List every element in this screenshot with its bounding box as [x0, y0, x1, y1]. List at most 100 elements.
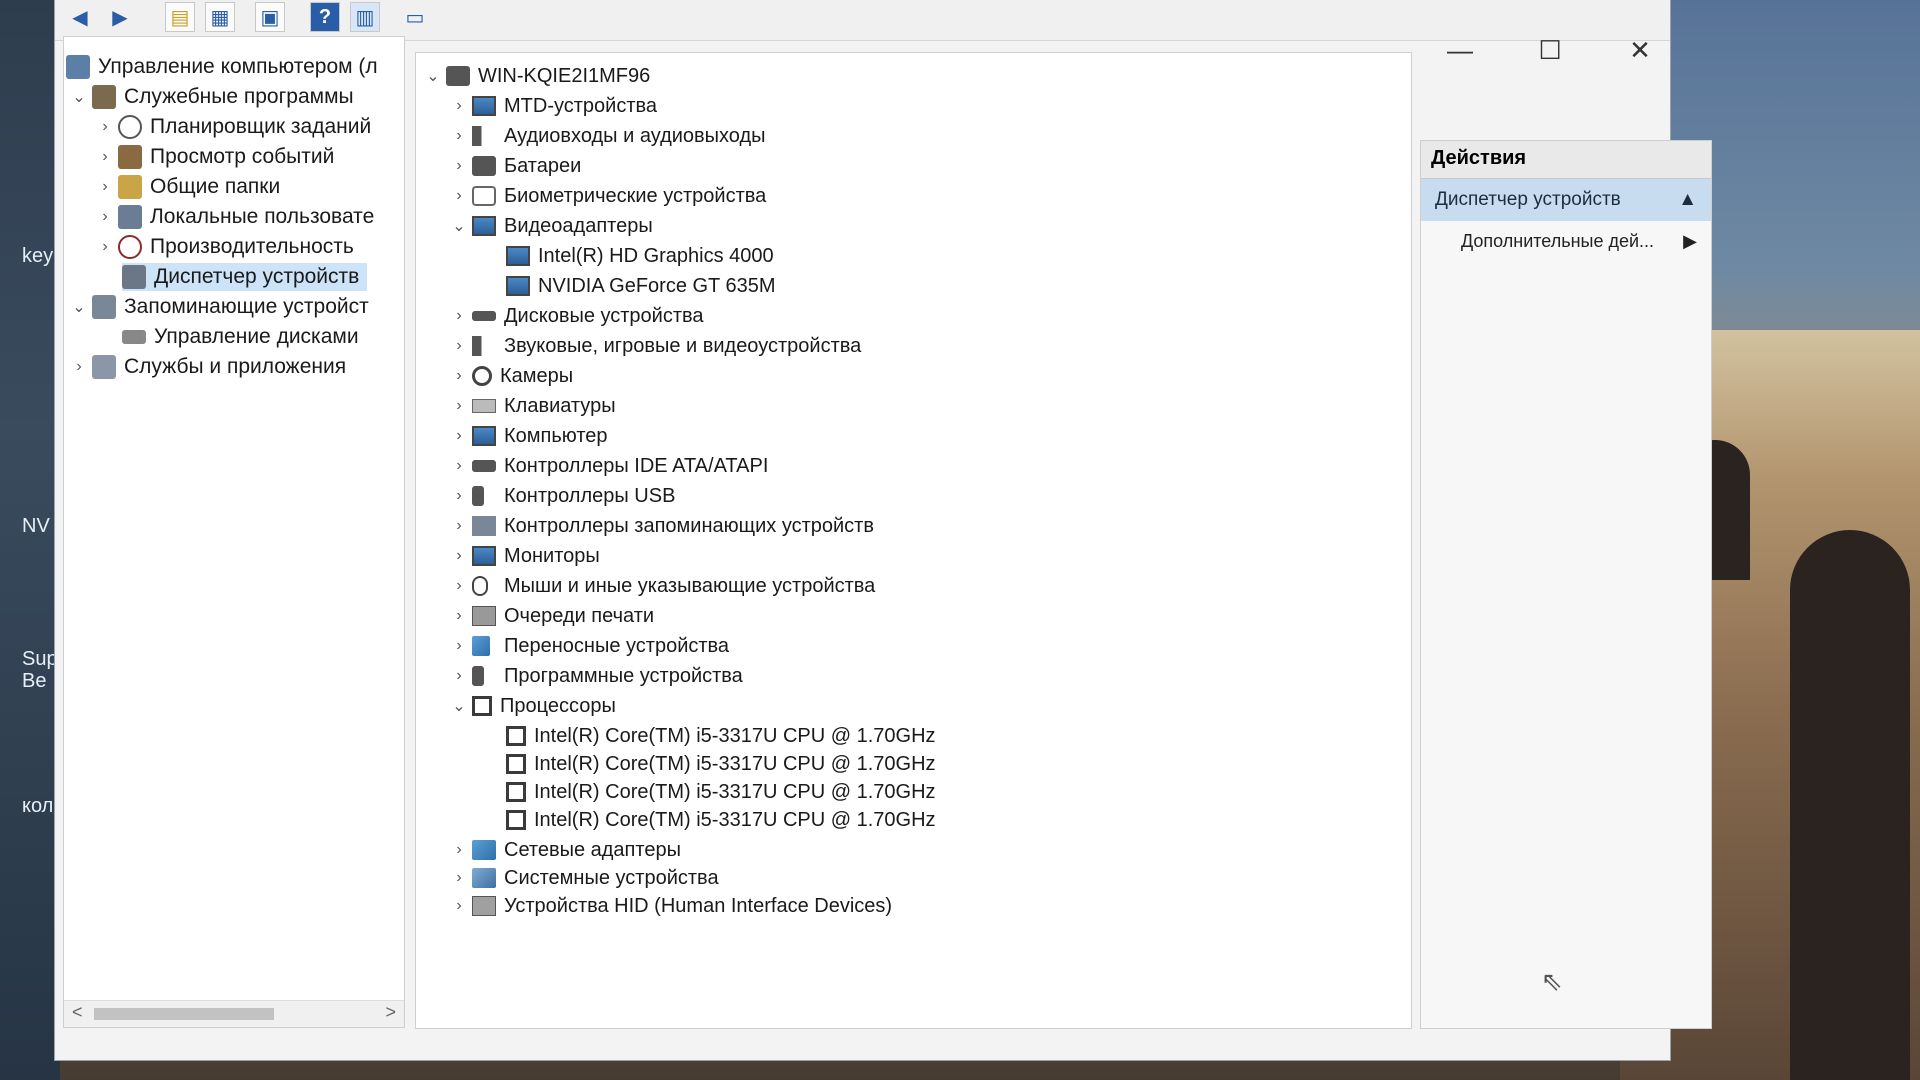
- device-item-cpu-1[interactable]: Intel(R) Core(TM) i5-3317U CPU @ 1.70GHz: [506, 751, 936, 777]
- chevron-down-icon[interactable]: ⌄: [66, 87, 92, 107]
- chevron-right-icon[interactable]: ›: [446, 157, 472, 175]
- chevron-right-icon[interactable]: ›: [92, 148, 118, 166]
- desktop-label-nv[interactable]: NV: [22, 515, 50, 538]
- desktop-label-be[interactable]: Be: [22, 670, 46, 693]
- monitor-icon[interactable]: ▭: [400, 2, 430, 32]
- chevron-right-icon[interactable]: ›: [446, 187, 472, 205]
- chevron-down-icon[interactable]: ⌄: [420, 66, 446, 86]
- device-category-software[interactable]: › Программные устройства: [446, 663, 742, 689]
- forward-arrow-icon[interactable]: ▶: [105, 2, 135, 32]
- device-root[interactable]: ⌄ WIN-KQIE2I1MF96: [420, 63, 650, 89]
- network-adapter-icon: [472, 840, 496, 860]
- desktop-label-kol[interactable]: кол: [22, 795, 53, 818]
- tree-item-shared-folders[interactable]: › Общие папки: [92, 173, 280, 201]
- chevron-right-icon[interactable]: ›: [446, 897, 472, 915]
- folder-up-icon[interactable]: ▤: [165, 2, 195, 32]
- device-category-mtd[interactable]: › MTD-устройства: [446, 93, 657, 119]
- chevron-right-icon[interactable]: ›: [92, 238, 118, 256]
- tree-item-local-users[interactable]: › Локальные пользовате: [92, 203, 374, 231]
- show-hide-tree-icon[interactable]: ▦: [205, 2, 235, 32]
- chevron-right-icon[interactable]: ›: [446, 517, 472, 535]
- device-category-keyboards[interactable]: › Клавиатуры: [446, 393, 615, 419]
- maximize-button[interactable]: ☐: [1520, 35, 1580, 66]
- chevron-right-icon[interactable]: ›: [446, 397, 472, 415]
- chevron-right-icon[interactable]: ›: [66, 358, 92, 376]
- chevron-right-icon[interactable]: ›: [446, 457, 472, 475]
- desktop-label-sup[interactable]: Sup: [22, 648, 58, 671]
- desktop-label-key[interactable]: key: [22, 245, 53, 268]
- back-arrow-icon[interactable]: ◀: [65, 2, 95, 32]
- device-category-network[interactable]: › Сетевые адаптеры: [446, 837, 681, 863]
- tree-item-event-viewer[interactable]: › Просмотр событий: [92, 143, 334, 171]
- device-category-usb[interactable]: › Контроллеры USB: [446, 483, 675, 509]
- tree-item-disk-management[interactable]: Управление дисками: [122, 323, 359, 351]
- chevron-right-icon[interactable]: ›: [446, 869, 472, 887]
- device-category-storage-ctrl[interactable]: › Контроллеры запоминающих устройств: [446, 513, 874, 539]
- chevron-right-icon[interactable]: ›: [446, 577, 472, 595]
- tree-item-storage[interactable]: ⌄ Запоминающие устройст: [66, 293, 369, 321]
- tree-item-performance[interactable]: › Производительность: [92, 233, 354, 261]
- minimize-button[interactable]: —: [1430, 35, 1490, 66]
- chevron-right-icon[interactable]: ›: [446, 307, 472, 325]
- action-pane-icon[interactable]: ▥: [350, 2, 380, 32]
- chevron-right-icon[interactable]: ›: [446, 427, 472, 445]
- device-category-audio-io[interactable]: › Аудиовходы и аудиовыходы: [446, 123, 765, 149]
- properties-icon[interactable]: ▣: [255, 2, 285, 32]
- help-icon[interactable]: ?: [310, 2, 340, 32]
- device-category-cameras[interactable]: › Камеры: [446, 363, 573, 389]
- tree-item-scheduler[interactable]: › Планировщик заданий: [92, 113, 371, 141]
- chevron-down-icon[interactable]: ⌄: [446, 696, 472, 716]
- actions-section-device-manager[interactable]: Диспетчер устройств ▲: [1421, 179, 1711, 221]
- chevron-right-icon[interactable]: ›: [446, 841, 472, 859]
- usb-icon: [472, 486, 484, 506]
- chevron-right-icon[interactable]: ›: [446, 97, 472, 115]
- device-item-cpu-2[interactable]: Intel(R) Core(TM) i5-3317U CPU @ 1.70GHz: [506, 779, 936, 805]
- scroll-right-arrow[interactable]: >: [385, 1002, 396, 1023]
- chevron-right-icon[interactable]: ›: [446, 667, 472, 685]
- device-category-mice[interactable]: › Мыши и иные указывающие устройства: [446, 573, 875, 599]
- tree-item-root[interactable]: Управление компьютером (л: [66, 53, 378, 81]
- device-category-processors[interactable]: ⌄ Процессоры: [446, 693, 616, 719]
- chevron-right-icon[interactable]: ›: [92, 208, 118, 226]
- tree-item-services[interactable]: › Службы и приложения: [66, 353, 346, 381]
- device-item-video-0[interactable]: Intel(R) HD Graphics 4000: [506, 243, 774, 269]
- tree-item-utilities[interactable]: ⌄ Служебные программы: [66, 83, 354, 111]
- actions-more-button[interactable]: Дополнительные дей... ▶: [1421, 221, 1711, 261]
- chevron-right-icon[interactable]: ›: [92, 178, 118, 196]
- monitor-icon: [472, 546, 496, 566]
- chevron-down-icon[interactable]: ⌄: [66, 297, 92, 317]
- device-category-computer[interactable]: › Компьютер: [446, 423, 607, 449]
- device-category-batteries[interactable]: › Батареи: [446, 153, 581, 179]
- chevron-right-icon[interactable]: ›: [446, 547, 472, 565]
- chevron-right-icon[interactable]: ›: [446, 607, 472, 625]
- device-category-portable[interactable]: › Переносные устройства: [446, 633, 729, 659]
- tree-item-device-manager[interactable]: Диспетчер устройств: [122, 263, 368, 291]
- device-item-cpu-3[interactable]: Intel(R) Core(TM) i5-3317U CPU @ 1.70GHz: [506, 807, 936, 833]
- device-category-sound[interactable]: › Звуковые, игровые и видеоустройства: [446, 333, 861, 359]
- chevron-right-icon[interactable]: ›: [446, 127, 472, 145]
- chevron-down-icon[interactable]: ⌄: [446, 216, 472, 236]
- chevron-right-icon[interactable]: ›: [446, 337, 472, 355]
- device-item-video-1[interactable]: NVIDIA GeForce GT 635M: [506, 273, 776, 299]
- device-category-hid[interactable]: › Устройства HID (Human Interface Device…: [446, 893, 892, 919]
- processor-icon: [472, 696, 492, 716]
- chevron-right-icon[interactable]: ›: [446, 367, 472, 385]
- mouse-icon: [472, 576, 488, 596]
- collapse-arrow-icon[interactable]: ▲: [1678, 189, 1697, 211]
- device-category-biometric[interactable]: › Биометрические устройства: [446, 183, 766, 209]
- chevron-right-icon[interactable]: ›: [92, 118, 118, 136]
- device-category-system[interactable]: › Системные устройства: [446, 865, 718, 891]
- chevron-right-icon[interactable]: ›: [446, 637, 472, 655]
- device-item-cpu-0[interactable]: Intel(R) Core(TM) i5-3317U CPU @ 1.70GHz: [506, 723, 936, 749]
- horizontal-scrollbar[interactable]: < >: [64, 1000, 404, 1027]
- device-category-ide[interactable]: › Контроллеры IDE ATA/ATAPI: [446, 453, 768, 479]
- device-category-monitors[interactable]: › Мониторы: [446, 543, 599, 569]
- scroll-left-arrow[interactable]: <: [72, 1002, 83, 1023]
- chevron-right-icon[interactable]: ›: [446, 487, 472, 505]
- scroll-thumb[interactable]: [94, 1008, 274, 1020]
- device-category-video[interactable]: ⌄ Видеоадаптеры: [446, 213, 652, 239]
- close-button[interactable]: ✕: [1610, 35, 1670, 66]
- device-category-print-queues[interactable]: › Очереди печати: [446, 603, 654, 629]
- device-category-disk[interactable]: › Дисковые устройства: [446, 303, 703, 329]
- computer-icon: [446, 66, 470, 86]
